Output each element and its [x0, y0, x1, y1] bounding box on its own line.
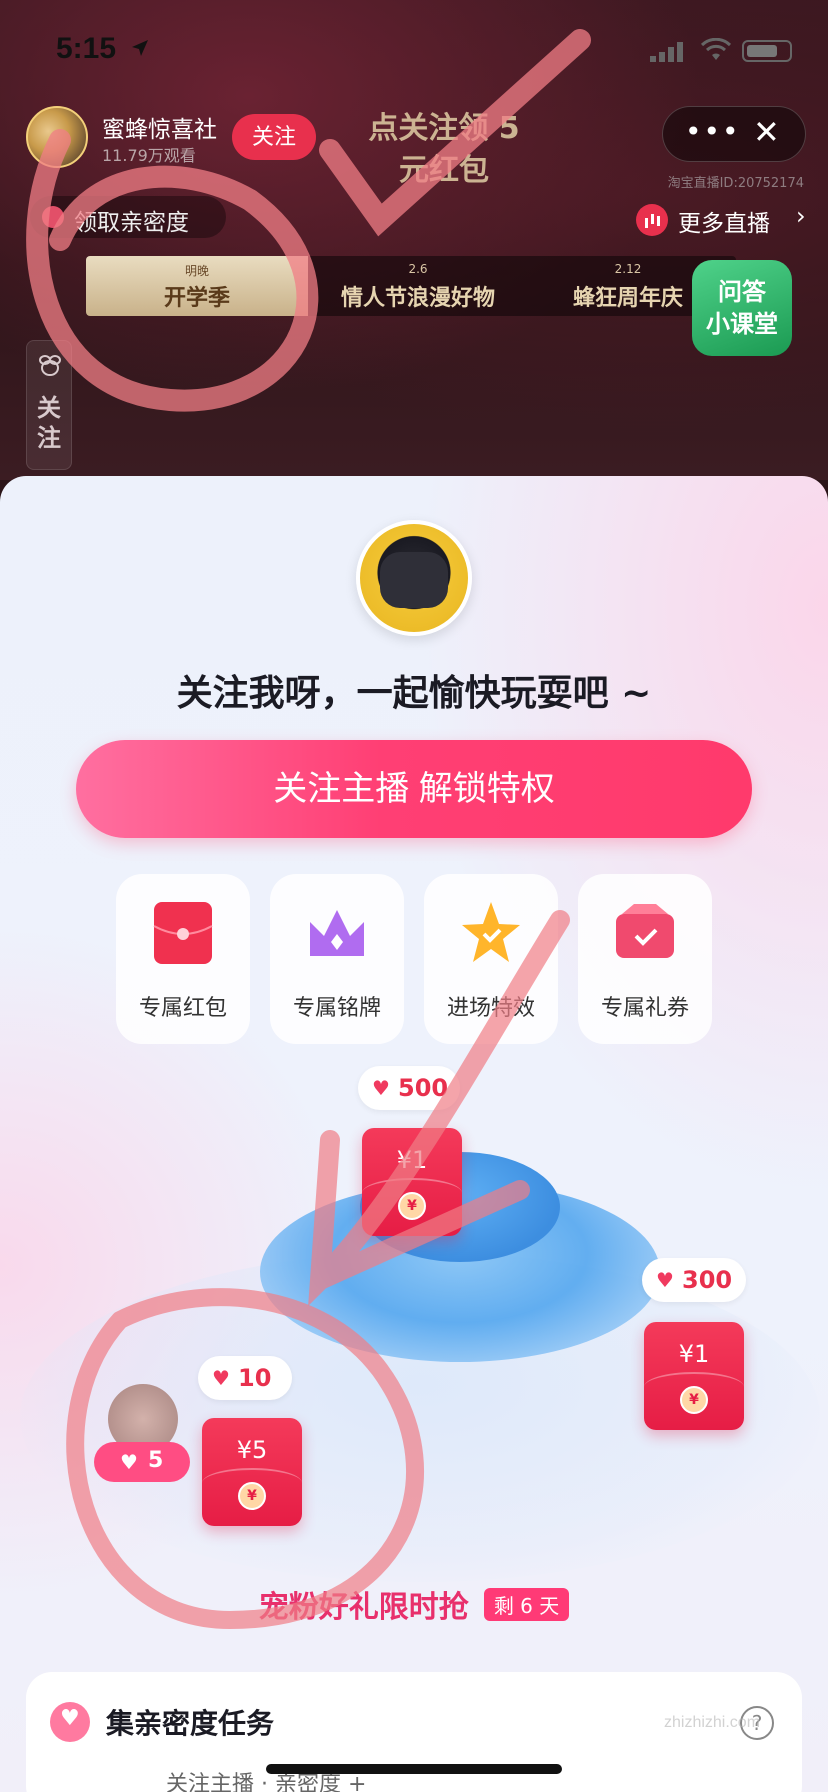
reward-heart-count: 500 [398, 1074, 449, 1102]
reward-heart-tag: ♥ 10 [198, 1356, 292, 1400]
watermark: zhizhizhi.com [664, 1714, 761, 1731]
top-controls-pill: ••• ✕ [662, 106, 806, 162]
follow-button[interactable]: 关注 [232, 114, 316, 160]
heart-icon: ♥ [120, 1450, 138, 1474]
more-live-label: 更多直播 [678, 211, 770, 237]
host-name: 蜜蜂惊喜社 [102, 117, 217, 143]
perk-red-envelope[interactable]: 专属红包 [116, 874, 250, 1044]
red-envelope-icon [153, 902, 213, 964]
reward-amount: ¥1 [396, 1146, 428, 1174]
sheet-title: 关注我呀，一起愉快玩耍吧 ~ [176, 673, 652, 714]
perk-label: 专属红包 [138, 996, 227, 1021]
host-avatar-large [356, 520, 472, 636]
home-indicator [266, 1764, 562, 1774]
perk-label: 专属礼券 [600, 996, 689, 1021]
live-stream-view: 5:15 蜜蜂惊喜社 11.79万观看 关注 点关注领 5元红包 ••• ✕ 淘… [0, 0, 828, 480]
days-left-badge: 剩 6 天 [483, 1587, 570, 1621]
host-avatar[interactable] [26, 106, 88, 168]
reward-envelope[interactable]: ¥5 ¥ [202, 1418, 302, 1526]
intimacy-task-card: 集亲密度任务 ? 关注主播 · 亲密度 + [26, 1672, 802, 1792]
claim-intimacy-button[interactable]: 领取亲密度 [30, 196, 226, 238]
qa-class-badge[interactable]: 问答 小课堂 [692, 260, 792, 356]
perk-entry-effect[interactable]: 进场特效 [424, 874, 558, 1044]
event-item[interactable]: 明晚 开学季 [86, 256, 308, 316]
status-bar: 5:15 [0, 0, 828, 100]
reward-amount: ¥1 [678, 1340, 710, 1368]
claim-intimacy-label: 领取亲密度 [74, 210, 189, 236]
chevron-right-icon: › [796, 202, 806, 230]
wifi-icon [700, 38, 732, 60]
heart-icon [42, 206, 64, 228]
event-date: 2.6 [408, 262, 428, 276]
coupon-icon [616, 904, 674, 958]
perk-label: 进场特效 [446, 996, 535, 1021]
viewer-count: 11.79万观看 [102, 146, 196, 165]
side-follow-label: 关注 [37, 394, 61, 452]
signal-icon [650, 42, 683, 62]
more-options-icon[interactable]: ••• [685, 115, 741, 148]
star-icon [462, 902, 520, 962]
yuan-coin-icon: ¥ [238, 1482, 266, 1510]
live-id: 淘宝直播ID:20752174 [667, 176, 804, 191]
event-name: 情人节浪漫好物 [340, 286, 495, 311]
live-bars-icon [636, 204, 668, 236]
promo-line: 宠粉好礼限时抢 剩 6 天 [0, 1582, 828, 1626]
event-timeline: 明晚 开学季 2.6 情人节浪漫好物 2.12 蜂狂周年庆 [86, 256, 736, 316]
location-arrow-icon [132, 40, 148, 56]
yuan-coin-icon: ¥ [680, 1386, 708, 1414]
side-follow-tab[interactable]: 关注 [26, 340, 72, 470]
user-heart-chip: ♥ 5 [94, 1442, 190, 1482]
perk-label: 专属铭牌 [292, 996, 381, 1021]
event-item[interactable]: 2.6 情人节浪漫好物 [308, 256, 528, 316]
battery-icon [742, 40, 792, 62]
heart-icon [50, 1702, 90, 1742]
yuan-coin-icon: ¥ [398, 1192, 426, 1220]
perk-nameplate[interactable]: 专属铭牌 [270, 874, 404, 1044]
event-date: 明晚 [184, 264, 209, 278]
follow-sheet: 关注我呀，一起愉快玩耍吧 ~ 关注主播 解锁特权 专属红包 专属铭牌 进场特效 … [0, 476, 828, 1792]
follow-promo-banner: 点关注领 5元红包 [368, 111, 520, 188]
event-name: 开学季 [163, 286, 230, 311]
more-live-button[interactable]: 更多直播 › [636, 200, 816, 240]
reward-heart-tag: ♥ 300 [642, 1258, 746, 1302]
reward-stage [20, 1072, 820, 1582]
promo-title: 宠粉好礼限时抢 [258, 1590, 469, 1625]
heart-icon: ♥ [372, 1076, 390, 1100]
reward-amount: ¥5 [236, 1436, 268, 1464]
user-heart-count: 5 [148, 1448, 164, 1473]
qa-badge-line1: 问答 [718, 278, 766, 306]
reward-envelope[interactable]: ¥1 ¥ [644, 1322, 744, 1430]
follow-unlock-button[interactable]: 关注主播 解锁特权 [76, 740, 752, 838]
task-title: 集亲密度任务 [106, 1707, 275, 1740]
close-icon[interactable]: ✕ [753, 113, 780, 151]
avatar-figures [380, 552, 448, 608]
reward-envelope[interactable]: ¥1 ¥ [362, 1128, 462, 1236]
bee-icon [39, 355, 61, 376]
qa-badge-line2: 小课堂 [706, 310, 778, 338]
perk-coupon[interactable]: 专属礼券 [578, 874, 712, 1044]
reward-heart-count: 10 [238, 1364, 272, 1392]
status-time: 5:15 [56, 32, 117, 65]
reward-heart-count: 300 [682, 1266, 733, 1294]
heart-icon: ♥ [656, 1268, 674, 1292]
heart-icon: ♥ [212, 1366, 230, 1390]
reward-heart-tag: ♥ 500 [358, 1066, 460, 1110]
crown-icon [310, 910, 364, 956]
